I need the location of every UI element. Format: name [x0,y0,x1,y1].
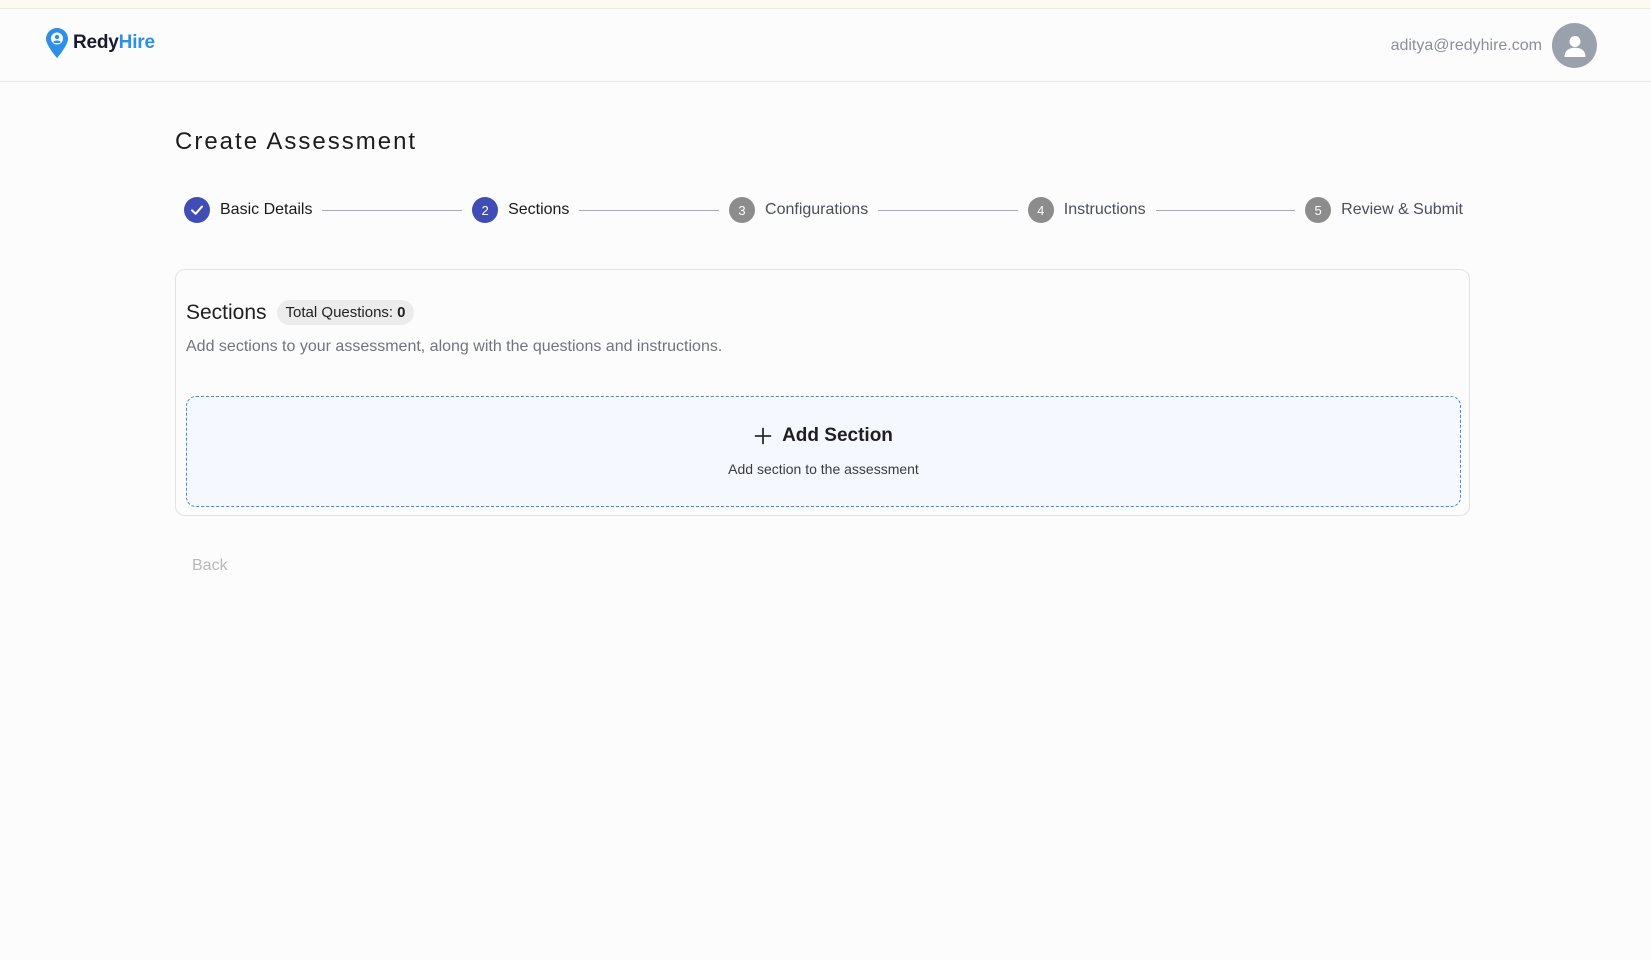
step-complete-marker [184,197,210,223]
step-label: Instructions [1063,201,1146,218]
step-sections[interactable]: 2 Sections [472,197,569,223]
step-label: Review & Submit [1341,201,1463,218]
progress-stepper: Basic Details 2 Sections 3 Configuration… [184,196,1463,224]
brand-name-part1: Redy [73,32,119,53]
step-number: 4 [1027,197,1054,223]
total-questions-label: Total Questions: [285,304,394,321]
step-configurations[interactable]: 3 Configurations [729,197,868,223]
back-button[interactable]: Back [182,553,238,579]
step-basic-details[interactable]: Basic Details [184,197,312,223]
sections-title: Sections [186,300,267,324]
check-icon [191,205,203,215]
step-number: 5 [1305,197,1332,223]
step-number: 2 [472,197,499,223]
brand-logo[interactable]: RedyHire [45,27,155,59]
step-label: Basic Details [220,201,313,218]
sections-description: Add sections to your assessment, along w… [186,338,723,355]
add-section-subtitle: Add section to the assessment [728,461,919,477]
step-label: Sections [508,201,570,218]
location-pin-logo-icon [46,28,68,58]
top-strip [0,0,1651,9]
step-connector [579,209,720,211]
total-questions-badge: Total Questions: 0 [276,300,415,325]
step-number: 3 [729,197,756,223]
sections-card-header: Sections Total Questions: 0 [186,300,415,325]
add-section-button[interactable]: Add Section Add section to the assessmen… [186,396,1461,507]
plus-icon [754,427,772,445]
add-section-title: Add Section [782,425,893,446]
step-label: Configurations [765,201,869,218]
person-icon [1564,35,1585,57]
add-section-row: Add Section [187,425,1460,447]
user-avatar-icon[interactable] [1552,23,1597,68]
brand-name-part2: Hire [118,32,155,53]
brand-name: RedyHire [73,32,155,54]
page-title: Create Assessment [175,128,418,155]
user-menu[interactable]: aditya@redyhire.com [1391,23,1597,68]
step-instructions[interactable]: 4 Instructions [1027,197,1146,223]
step-connector [878,209,1018,211]
step-connector [322,209,463,211]
step-review-submit[interactable]: 5 Review & Submit [1305,197,1463,223]
step-connector [1155,209,1296,211]
app-header: RedyHire aditya@redyhire.com [0,9,1651,82]
total-questions-count: 0 [397,304,406,321]
sections-card: Sections Total Questions: 0 Add sections… [175,269,1470,516]
user-email: aditya@redyhire.com [1390,36,1542,54]
